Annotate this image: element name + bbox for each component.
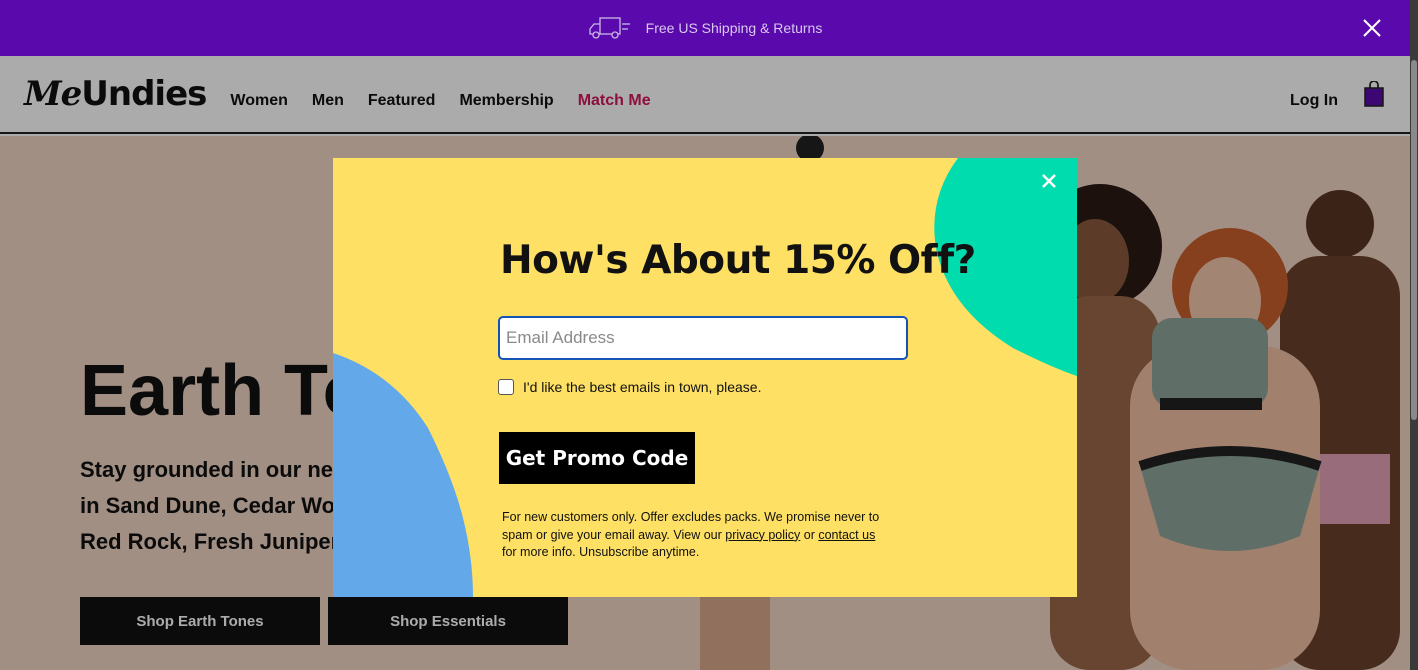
close-icon[interactable] [1039,171,1059,191]
scrollbar-thumb[interactable] [1411,60,1417,420]
page-scrollbar[interactable] [1410,0,1418,670]
announcement-bar: Free US Shipping & Returns [0,0,1410,56]
email-field[interactable] [498,316,908,360]
privacy-policy-link[interactable]: privacy policy [725,528,800,542]
announcement-text: Free US Shipping & Returns [645,20,823,36]
get-promo-code-button[interactable]: Get Promo Code [499,432,695,484]
fine-print-text: for more info. Unsubscribe anytime. [502,545,700,559]
modal-title: How's About 15% Off? [500,238,976,283]
promo-modal: How's About 15% Off? I'd like the best e… [333,158,1077,597]
fine-print-text: or [800,527,819,542]
fine-print: For new customers only. Offer excludes p… [502,509,892,562]
optin-label: I'd like the best emails in town, please… [523,379,762,395]
optin-row: I'd like the best emails in town, please… [498,379,761,395]
close-icon[interactable] [1360,16,1384,40]
optin-checkbox[interactable] [498,379,514,395]
contact-us-link[interactable]: contact us [818,528,875,542]
truck-icon [589,17,630,39]
